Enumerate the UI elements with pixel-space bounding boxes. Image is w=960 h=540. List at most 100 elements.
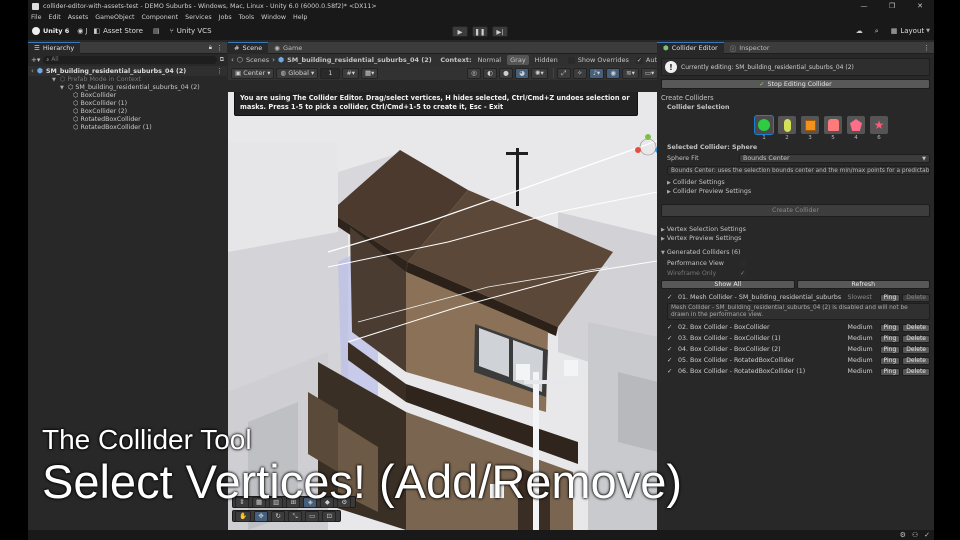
add-icon[interactable]: +▾ — [31, 56, 40, 64]
sphere-fit-dropdown[interactable]: Bounds Center ▼ — [739, 154, 930, 163]
account-label[interactable]: Unity 6 — [43, 27, 69, 35]
expand-arrow-icon[interactable]: ▼ — [60, 84, 64, 92]
maximize-icon[interactable]: ❐ — [878, 2, 906, 10]
package-icon[interactable]: ▤ — [153, 27, 160, 35]
delete-button[interactable]: Delete — [902, 367, 930, 376]
effects-icon[interactable]: ≋▾ — [622, 67, 639, 79]
back-arrow-icon[interactable]: ‹ — [31, 67, 34, 75]
ping-button[interactable]: Ping — [879, 356, 901, 365]
hierarchy-item[interactable]: ⬡ RotatedBoxCollider — [28, 116, 227, 124]
delete-button[interactable]: Delete — [902, 356, 930, 365]
menu-item-assets[interactable]: Assets — [68, 14, 89, 21]
generated-colliders-foldout[interactable]: ▼ Generated Colliders (6) — [661, 248, 930, 257]
hierarchy-item[interactable]: ⬡ BoxCollider — [28, 92, 227, 100]
kebab-menu-icon[interactable]: ⋮ — [216, 67, 223, 75]
hierarchy-item[interactable]: ▼ ⬡ SM_building_residential_suburbs_04 (… — [28, 84, 227, 92]
shape-option[interactable]: 4 — [847, 116, 865, 141]
hierarchy-search-input[interactable]: ⌕ All — [43, 55, 217, 64]
tab-inspector[interactable]: ⓘ Inspector — [724, 42, 776, 54]
menu-item-tools[interactable]: Tools — [239, 14, 255, 21]
collider-preview-settings-foldout[interactable]: ▶ Collider Preview Settings — [667, 187, 924, 196]
shape-option[interactable]: 2 — [778, 116, 796, 141]
collider-row-label[interactable]: 01. Mesh Collider - SM_building_resident… — [675, 294, 842, 301]
create-collider-button[interactable]: Create Collider — [661, 204, 930, 217]
tab-collider-editor[interactable]: ⬢ Collider Editor — [657, 41, 724, 54]
menu-item-services[interactable]: Services — [185, 14, 212, 21]
step-button[interactable]: ▶| — [492, 26, 508, 37]
context-normal-button[interactable]: Normal — [475, 56, 505, 64]
breadcrumb-item[interactable]: SM_building_residential_suburbs_04 (2) — [287, 56, 432, 64]
vcs-button[interactable]: Unity VCS — [177, 27, 212, 35]
delete-button[interactable]: Delete — [902, 334, 930, 343]
ping-button[interactable]: Ping — [879, 323, 901, 332]
hand-tool-icon[interactable]: ✋ — [235, 510, 252, 522]
collider-row-label[interactable]: 04. Box Collider - BoxCollider (2) — [675, 346, 848, 353]
ping-button[interactable]: Ping — [879, 334, 901, 343]
shape-option[interactable]: ★ 6 — [870, 116, 888, 141]
ping-button[interactable]: Ping — [879, 293, 901, 302]
kebab-menu-icon[interactable]: ⋮ — [216, 44, 223, 52]
collider-row-label[interactable]: 02. Box Collider - BoxCollider — [675, 324, 848, 331]
tab-scene[interactable]: # Scene — [228, 41, 269, 54]
expand-arrow-icon[interactable]: ▼ — [52, 76, 56, 84]
context-hidden-button[interactable]: Hidden — [532, 56, 561, 64]
move-tool-icon[interactable]: ✥ — [254, 510, 269, 522]
menu-item-gameobject[interactable]: GameObject — [95, 14, 134, 21]
transform-tool-icon[interactable]: ⊡ — [322, 510, 337, 522]
shaded-icon[interactable]: ● — [499, 67, 514, 79]
pivot-dropdown[interactable]: ▣ Center ▾ — [231, 67, 275, 79]
hierarchy-item[interactable]: ⬡ RotatedBoxCollider (1) — [28, 124, 227, 132]
draw-mode-icon[interactable]: ◎ — [467, 67, 482, 79]
auto-save-checkbox[interactable]: ✓ — [635, 56, 643, 64]
refresh-button[interactable]: Refresh — [796, 280, 930, 289]
grid-visibility-icon[interactable]: ▦▾ — [361, 67, 379, 79]
hierarchy-item[interactable]: ⬡ BoxCollider (1) — [28, 100, 227, 108]
prefab-mode-item[interactable]: ▼ ⬡ Prefab Mode in Context — [28, 76, 227, 84]
delete-button[interactable]: Delete — [902, 345, 930, 354]
cloud-icon[interactable]: ☁ — [856, 27, 863, 35]
hierarchy-item[interactable]: ⬡ BoxCollider (2) — [28, 108, 227, 116]
search-icon[interactable]: ⌕ — [875, 27, 879, 36]
collider-settings-foldout[interactable]: ▶ Collider Settings — [667, 178, 924, 187]
scale-tool-icon[interactable]: ⤡ — [288, 510, 303, 522]
snap-increment-field[interactable]: 1 — [320, 67, 341, 79]
shape-option[interactable]: 5 — [824, 116, 842, 141]
collider-row-label[interactable]: 05. Box Collider - RotatedBoxCollider — [675, 357, 848, 364]
visibility-icon[interactable]: ◉ — [606, 67, 621, 79]
light-toggle-icon[interactable]: ✧ — [572, 67, 587, 79]
collider-row-label[interactable]: 03. Box Collider - BoxCollider (1) — [675, 335, 848, 342]
menu-item-edit[interactable]: Edit — [49, 14, 61, 21]
filter-icon[interactable]: ⧉ — [220, 56, 224, 64]
asset-store-button[interactable]: Asset Store — [103, 27, 143, 35]
stop-editing-button[interactable]: ✓ Stop Editing Collider — [661, 79, 930, 89]
performance-view-checkbox[interactable] — [739, 259, 746, 267]
user-icon[interactable]: ◉ — [77, 27, 83, 35]
wireframe-only-checkbox[interactable]: ✓ — [739, 269, 746, 277]
audio-toggle-icon[interactable]: ♪▾ — [588, 67, 605, 79]
pause-button[interactable]: ❚❚ — [472, 26, 488, 37]
menu-item-help[interactable]: Help — [293, 14, 307, 21]
context-gray-button[interactable]: Gray — [507, 55, 529, 65]
vertex-selection-settings-foldout[interactable]: ▶ Vertex Selection Settings — [661, 225, 930, 234]
lock-icon[interactable]: 🔒︎ — [209, 44, 212, 52]
bug-icon[interactable]: ⚙ — [900, 531, 906, 539]
wireframe-shaded-icon[interactable]: ◕ — [515, 67, 530, 79]
ping-button[interactable]: Ping — [879, 367, 901, 376]
camera-settings-icon[interactable]: ▭▾ — [640, 67, 659, 79]
status-check-icon[interactable]: ✓ — [924, 531, 930, 539]
vertex-preview-settings-foldout[interactable]: ▶ Vertex Preview Settings — [661, 234, 930, 243]
layout-dropdown[interactable]: Layout — [900, 27, 924, 35]
hierarchy-scene-root[interactable]: ‹ ⬢ SM_building_residential_suburbs_04 (… — [28, 66, 227, 76]
layers-icon[interactable]: ▦ — [891, 27, 898, 35]
network-icon[interactable]: ⚇ — [912, 531, 918, 539]
kebab-menu-icon[interactable]: ⋮ — [923, 44, 930, 52]
shape-option[interactable]: 3 — [801, 116, 819, 141]
menu-item-file[interactable]: File — [31, 14, 42, 21]
2d-toggle-icon[interactable]: ⤢ — [556, 67, 571, 79]
rotate-tool-icon[interactable]: ↻ — [271, 510, 286, 522]
tab-hierarchy[interactable]: ☰ Hierarchy — [28, 41, 81, 54]
user-label[interactable]: J — [85, 27, 87, 35]
breadcrumb-root[interactable]: Scenes — [246, 56, 269, 64]
minimize-icon[interactable]: — — [850, 2, 878, 10]
collider-row-label[interactable]: 06. Box Collider - RotatedBoxCollider (1… — [675, 368, 848, 375]
